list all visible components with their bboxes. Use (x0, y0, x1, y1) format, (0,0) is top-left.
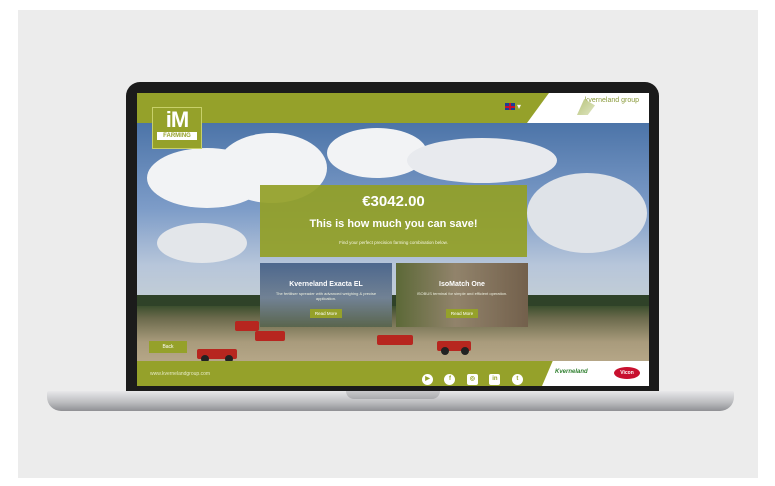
tractor-wheel (441, 347, 449, 355)
language-dropdown-caret: ▾ (517, 102, 522, 111)
card-description: ISOBUS terminal for simple and efficient… (416, 291, 508, 296)
card-description: The fertiliser spreader with advanced we… (275, 291, 377, 301)
cloud-decoration (527, 173, 647, 253)
laptop-screen: kverneland group ▾ iM FARMING €3042.00 T… (137, 93, 649, 386)
savings-title: This is how much you can save! (309, 218, 478, 230)
vicon-brand-text: Vicon (620, 370, 634, 376)
savings-subtitle: Find your perfect precision farming comb… (339, 240, 448, 245)
language-selector[interactable]: ▾ (505, 102, 521, 111)
logo-im-text: iM (165, 107, 189, 132)
savings-panel: €3042.00 This is how much you can save! … (260, 185, 527, 257)
laptop-notch (346, 391, 440, 399)
kverneland-brand-logo[interactable]: Kverneland (555, 369, 588, 375)
facebook-icon[interactable]: f (444, 374, 456, 385)
read-more-button[interactable]: Read More (446, 309, 478, 318)
twitter-icon[interactable]: t (511, 374, 523, 385)
kverneland-group-logo[interactable]: kverneland group (577, 97, 639, 119)
logo-farming-text: FARMING (157, 132, 197, 140)
footer-website-link[interactable]: www.kvernelandgroup.com (150, 371, 210, 377)
linkedin-icon[interactable]: in (489, 374, 501, 385)
card-title: Kverneland Exacta EL (289, 281, 363, 288)
product-card[interactable]: Kverneland Exacta EL The fertiliser spre… (260, 263, 392, 327)
cloud-decoration (157, 223, 247, 263)
im-farming-logo[interactable]: iM FARMING (152, 107, 202, 149)
group-logo-text: kverneland group (584, 97, 639, 104)
instagram-icon[interactable]: ◎ (466, 374, 478, 385)
vicon-brand-logo[interactable]: Vicon (614, 367, 640, 379)
savings-amount: €3042.00 (362, 193, 425, 210)
uk-flag-icon (505, 103, 515, 111)
tractor-image (255, 331, 285, 341)
kverneland-brand-text: Kverneland (555, 369, 588, 375)
cloud-decoration (407, 138, 557, 183)
card-title: IsoMatch One (439, 281, 485, 288)
back-button[interactable]: Back (149, 341, 187, 353)
product-card[interactable]: IsoMatch One ISOBUS terminal for simple … (396, 263, 528, 327)
tractor-image (235, 321, 259, 331)
tractor-image (377, 335, 413, 345)
tractor-wheel (461, 347, 469, 355)
youtube-icon[interactable]: ▶ (422, 374, 433, 385)
read-more-button[interactable]: Read More (310, 309, 342, 318)
social-links: ▶ f ◎ in t (422, 367, 530, 385)
